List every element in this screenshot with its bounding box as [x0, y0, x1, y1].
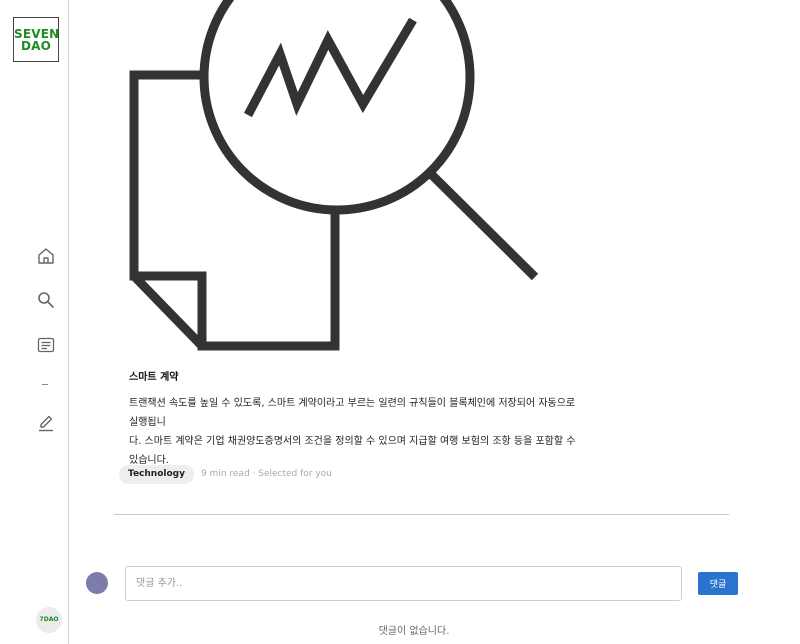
article-body: 트랜잭션 속도를 높일 수 있도록, 스마트 계약이라고 부르는 일련의 규칙들… — [129, 394, 584, 470]
commenter-avatar — [86, 572, 108, 594]
article-meta: Technology 9 min read · Selected for you — [119, 464, 332, 484]
section-divider — [114, 514, 729, 515]
pencil-icon[interactable] — [36, 413, 56, 433]
brand-logo[interactable]: SEVEN DAO — [13, 17, 59, 62]
article-illustration — [118, 0, 558, 356]
comment-submit-button[interactable]: 댓글 — [698, 572, 738, 595]
sidebar: SEVEN DAO 7DAO — [0, 0, 69, 644]
article-icon[interactable] — [36, 335, 56, 355]
sidebar-divider — [42, 384, 48, 385]
logo-line-2: DAO — [20, 39, 52, 53]
topic-tag[interactable]: Technology — [119, 464, 194, 484]
article-body-line: 트랜잭션 속도를 높일 수 있도록, 스마트 계약이라고 부르는 일련의 규칙들… — [129, 398, 576, 428]
comment-input[interactable] — [125, 566, 682, 601]
home-icon[interactable] — [36, 246, 56, 266]
search-icon[interactable] — [36, 290, 56, 310]
read-time-text: 9 min read · Selected for you — [200, 469, 332, 479]
article-title: 스마트 계약 — [129, 372, 179, 383]
no-comments-text: 댓글이 없습니다. — [378, 626, 450, 637]
